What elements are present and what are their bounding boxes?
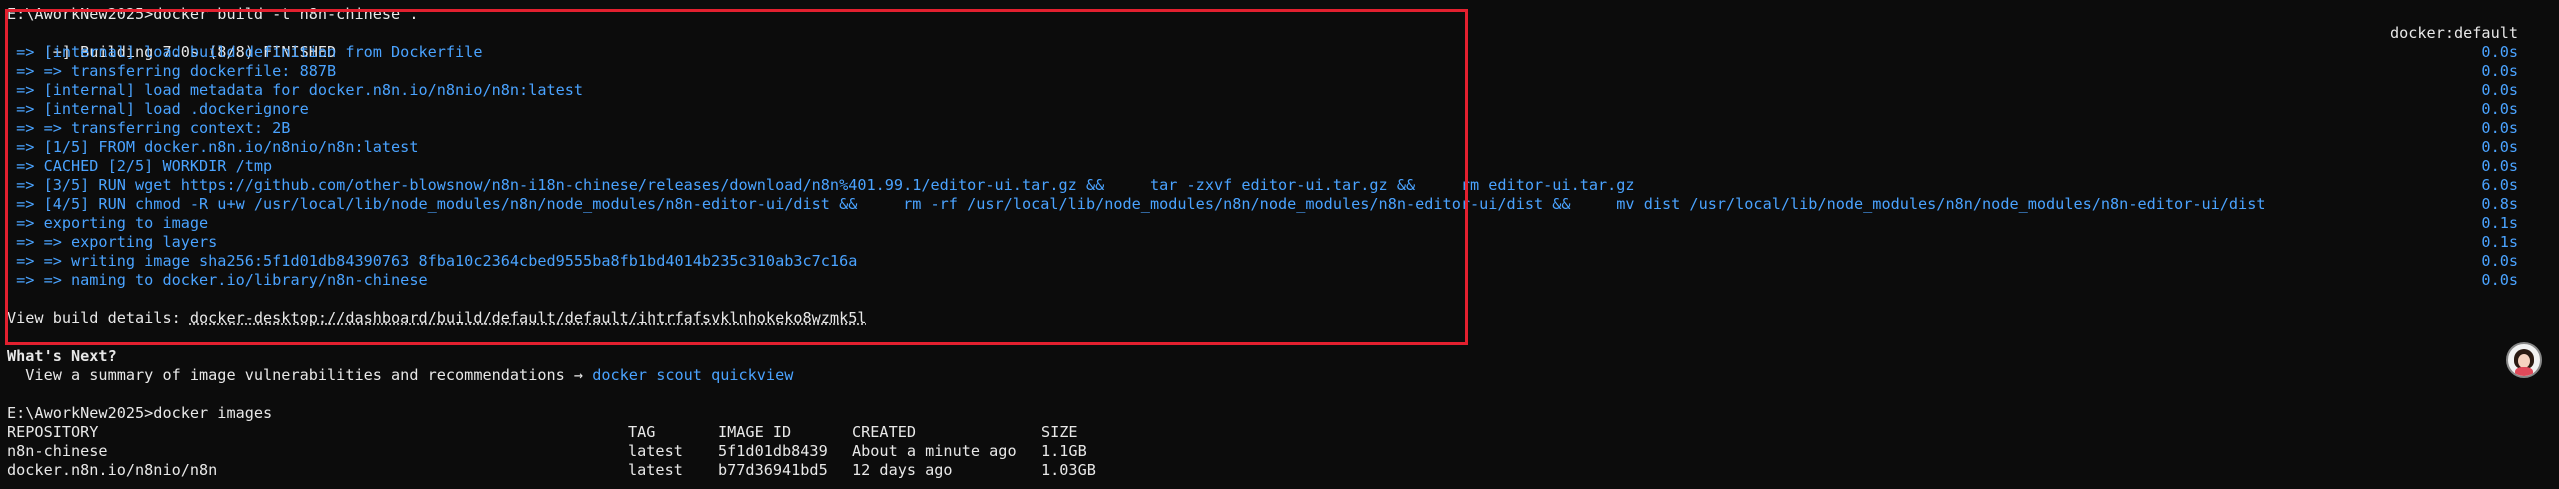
build-step-time: 0.0s [2481, 43, 2518, 61]
images-table-header: REPOSITORY TAG IMAGE ID CREATED SIZE [7, 423, 2559, 442]
build-step-line: => => exporting layers 0.1s [7, 233, 2559, 252]
build-step-time: 0.0s [2481, 100, 2518, 118]
build-step-time: 6.0s [2481, 176, 2518, 194]
build-step-time: 0.0s [2481, 62, 2518, 80]
build-step-text: => exporting to image [7, 214, 209, 232]
build-step-line: => [internal] load build definition from… [7, 43, 2559, 62]
build-step-time: 0.1s [2481, 233, 2518, 251]
build-step-line: => exporting to image 0.1s [7, 214, 2559, 233]
build-status-line: [+] Building 7.0s (8/8) FINISHED docker:… [7, 24, 2559, 61]
build-step-line: => => transferring dockerfile: 887B 0.0s [7, 62, 2559, 81]
build-step-line: => [internal] load .dockerignore 0.0s [7, 100, 2559, 119]
cell-size: 1.1GB [1041, 442, 1087, 460]
table-row: docker.n8n.io/n8nio/n8n latest b77d36941… [7, 461, 2559, 480]
build-step-text: => => exporting layers [7, 233, 218, 251]
build-details-link[interactable]: docker-desktop://dashboard/build/default… [190, 309, 867, 327]
build-step-time: 0.0s [2481, 157, 2518, 175]
build-step-line: => [3/5] RUN wget https://github.com/oth… [7, 176, 2559, 195]
cell-repository: docker.n8n.io/n8nio/n8n [7, 461, 218, 479]
cell-created: 12 days ago [852, 461, 953, 479]
column-created: CREATED [852, 423, 917, 441]
build-step-time: 0.0s [2481, 81, 2518, 99]
cell-repository: n8n-chinese [7, 442, 108, 460]
cell-created: About a minute ago [852, 442, 1017, 460]
build-command-line: E:\AworkNew2025>docker build -t n8n-chin… [7, 5, 419, 23]
build-step-text: => => transferring dockerfile: 887B [7, 62, 337, 80]
cell-image-id: 5f1d01db8439 [718, 442, 828, 460]
build-step-line: => => writing image sha256:5f1d01db84390… [7, 252, 2559, 271]
build-step-line: => CACHED [2/5] WORKDIR /tmp 0.0s [7, 157, 2559, 176]
column-repository: REPOSITORY [7, 423, 99, 441]
build-step-line: => [4/5] RUN chmod -R u+w /usr/local/lib… [7, 195, 2559, 214]
build-step-text: => [internal] load metadata for docker.n… [7, 81, 584, 99]
build-step-line: => => transferring context: 2B 0.0s [7, 119, 2559, 138]
whats-next-heading: What's Next? [7, 347, 117, 365]
recommendation-text: View a summary of image vulnerabilities … [7, 366, 593, 384]
build-step-time: 0.1s [2481, 214, 2518, 232]
build-step-line: => [1/5] FROM docker.n8n.io/n8nio/n8n:la… [7, 138, 2559, 157]
build-step-line: => => naming to docker.io/library/n8n-ch… [7, 271, 2559, 290]
table-row: n8n-chinese latest 5f1d01db8439 About a … [7, 442, 2559, 461]
build-step-time: 0.0s [2481, 119, 2518, 137]
column-size: SIZE [1041, 423, 1078, 441]
build-step-text: => => writing image sha256:5f1d01db84390… [7, 252, 858, 270]
build-step-text: => => naming to docker.io/library/n8n-ch… [7, 271, 428, 289]
builder-label: docker:default [2389, 24, 2518, 42]
build-step-text: => => transferring context: 2B [7, 119, 291, 137]
build-step-time: 0.8s [2481, 195, 2518, 213]
build-step-time: 0.0s [2481, 138, 2518, 156]
scout-quickview-link[interactable]: docker scout quickview [592, 366, 793, 384]
cell-image-id: b77d36941bd5 [718, 461, 828, 479]
build-steps-list: => [internal] load build definition from… [7, 43, 2559, 290]
build-step-time: 0.0s [2481, 271, 2518, 289]
cell-tag: latest [628, 461, 683, 479]
build-details-line: View build details: docker-desktop://das… [7, 309, 2559, 328]
build-step-text: => [3/5] RUN wget https://github.com/oth… [7, 176, 1635, 194]
build-step-text: => [4/5] RUN chmod -R u+w /usr/local/lib… [7, 195, 2266, 213]
cell-size: 1.03GB [1041, 461, 1096, 479]
build-step-text: => [internal] load build definition from… [7, 43, 483, 61]
build-step-text: => [internal] load .dockerignore [7, 100, 309, 118]
images-command-line: E:\AworkNew2025>docker images [7, 404, 273, 422]
build-step-line: => [internal] load metadata for docker.n… [7, 81, 2559, 100]
recommendation-line: View a summary of image vulnerabilities … [7, 366, 2559, 385]
user-avatar-icon[interactable] [2506, 342, 2542, 378]
column-tag: TAG [628, 423, 656, 441]
cell-tag: latest [628, 442, 683, 460]
build-step-time: 0.0s [2481, 252, 2518, 270]
build-step-text: => [1/5] FROM docker.n8n.io/n8nio/n8n:la… [7, 138, 419, 156]
column-image-id: IMAGE ID [718, 423, 792, 441]
build-details-label: View build details: [7, 309, 190, 327]
terminal-output: E:\AworkNew2025>docker build -t n8n-chin… [7, 5, 2559, 480]
build-step-text: => CACHED [2/5] WORKDIR /tmp [7, 157, 273, 175]
